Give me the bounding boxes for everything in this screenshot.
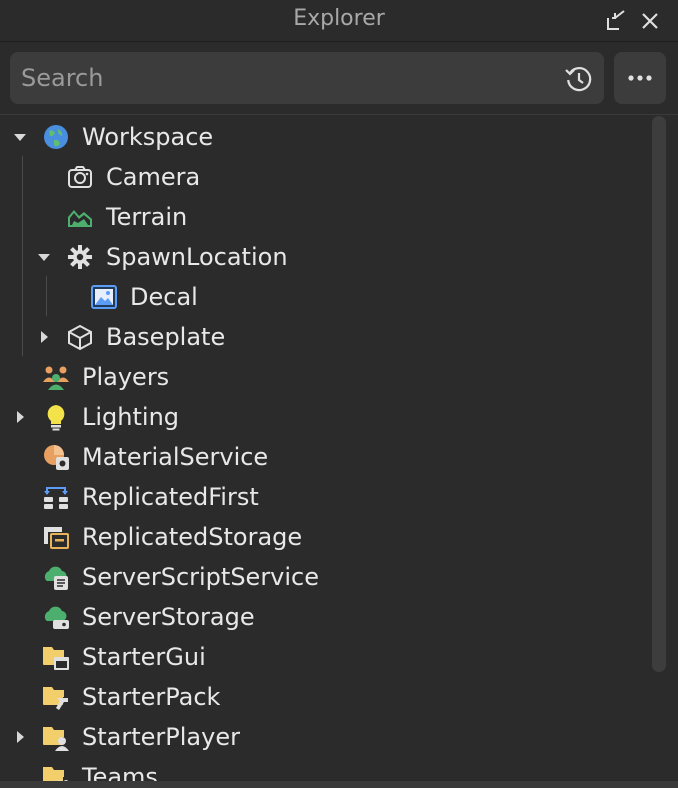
tree-item-label: StarterGui: [82, 643, 206, 671]
undock-icon: [607, 10, 625, 30]
caret-right-icon[interactable]: [36, 329, 52, 345]
server-script-service-icon: [42, 563, 70, 591]
decal-image-icon: [90, 283, 118, 311]
terrain-icon: [66, 203, 94, 231]
part-cube-icon: [66, 323, 94, 351]
tree-item-terrain[interactable]: Terrain: [0, 197, 640, 237]
tree-item-replicatedfirst[interactable]: ReplicatedFirst: [0, 477, 640, 517]
tree-item-label: MaterialService: [82, 443, 269, 471]
tree-item-replicatedstorage[interactable]: ReplicatedStorage: [0, 517, 640, 557]
history-icon: [565, 66, 592, 92]
explorer-tree: Workspace Camera Terrain SpawnLocation Decal…: [0, 116, 650, 788]
tree-item-lighting[interactable]: Lighting: [0, 397, 640, 437]
panel-title: Explorer: [293, 6, 385, 31]
starter-pack-icon: [42, 683, 70, 711]
tree-item-players[interactable]: Players: [0, 357, 640, 397]
close-button[interactable]: [637, 8, 663, 34]
tree-item-label: ServerScriptService: [82, 563, 320, 591]
tree-item-label: Workspace: [82, 123, 214, 151]
tree-item-label: Lighting: [82, 403, 180, 431]
starter-gui-icon: [42, 643, 70, 671]
tree-item-label: Baseplate: [106, 323, 226, 351]
caret-down-icon[interactable]: [36, 249, 52, 265]
spawn-gear-icon: [66, 243, 94, 271]
tree-item-serverstorage[interactable]: ServerStorage: [0, 597, 640, 637]
tree-item-decal[interactable]: Decal: [0, 277, 640, 317]
tree-item-label: StarterPlayer: [82, 723, 240, 751]
tree-item-spawnlocation[interactable]: SpawnLocation: [0, 237, 640, 277]
material-service-icon: [42, 443, 70, 471]
close-icon: [642, 13, 658, 29]
tree-item-starterplayer[interactable]: StarterPlayer: [0, 717, 640, 757]
workspace-children-guide: [22, 156, 23, 356]
replicated-first-icon: [42, 483, 70, 511]
spawnlocation-children-guide: [46, 276, 47, 316]
tree-item-label: StarterPack: [82, 683, 221, 711]
tree-item-label: ServerStorage: [82, 603, 255, 631]
tree-item-label: SpawnLocation: [106, 243, 288, 271]
title-bar: Explorer: [0, 0, 678, 42]
bottom-edge: [0, 781, 678, 788]
undock-button[interactable]: [603, 8, 629, 34]
lightbulb-icon: [42, 403, 70, 431]
search-row: [0, 42, 678, 115]
tree-item-label: Decal: [130, 283, 198, 311]
search-box: [10, 52, 604, 104]
tree-item-baseplate[interactable]: Baseplate: [0, 317, 640, 357]
search-input[interactable]: [10, 52, 561, 104]
tree-item-label: Terrain: [106, 203, 188, 231]
players-icon: [42, 363, 70, 391]
tree-item-materialservice[interactable]: MaterialService: [0, 437, 640, 477]
more-dots-icon: [628, 75, 652, 81]
camera-icon: [66, 163, 94, 191]
tree-item-startergui[interactable]: StarterGui: [0, 637, 640, 677]
tree-item-label: ReplicatedFirst: [82, 483, 259, 511]
caret-right-icon[interactable]: [12, 729, 28, 745]
caret-right-icon[interactable]: [12, 409, 28, 425]
more-options-button[interactable]: [614, 52, 666, 104]
tree-item-label: Camera: [106, 163, 201, 191]
globe-icon: [42, 123, 70, 151]
tree-item-serverscriptservice[interactable]: ServerScriptService: [0, 557, 640, 597]
tree-item-camera[interactable]: Camera: [0, 157, 640, 197]
caret-down-icon[interactable]: [12, 129, 28, 145]
starter-player-icon: [42, 723, 70, 751]
scrollbar-thumb[interactable]: [652, 116, 666, 672]
tree-item-starterpack[interactable]: StarterPack: [0, 677, 640, 717]
history-button[interactable]: [564, 64, 594, 94]
tree-item-workspace[interactable]: Workspace: [0, 117, 640, 157]
tree-item-label: Players: [82, 363, 170, 391]
replicated-storage-icon: [42, 523, 70, 551]
server-storage-icon: [42, 603, 70, 631]
tree-item-label: ReplicatedStorage: [82, 523, 303, 551]
